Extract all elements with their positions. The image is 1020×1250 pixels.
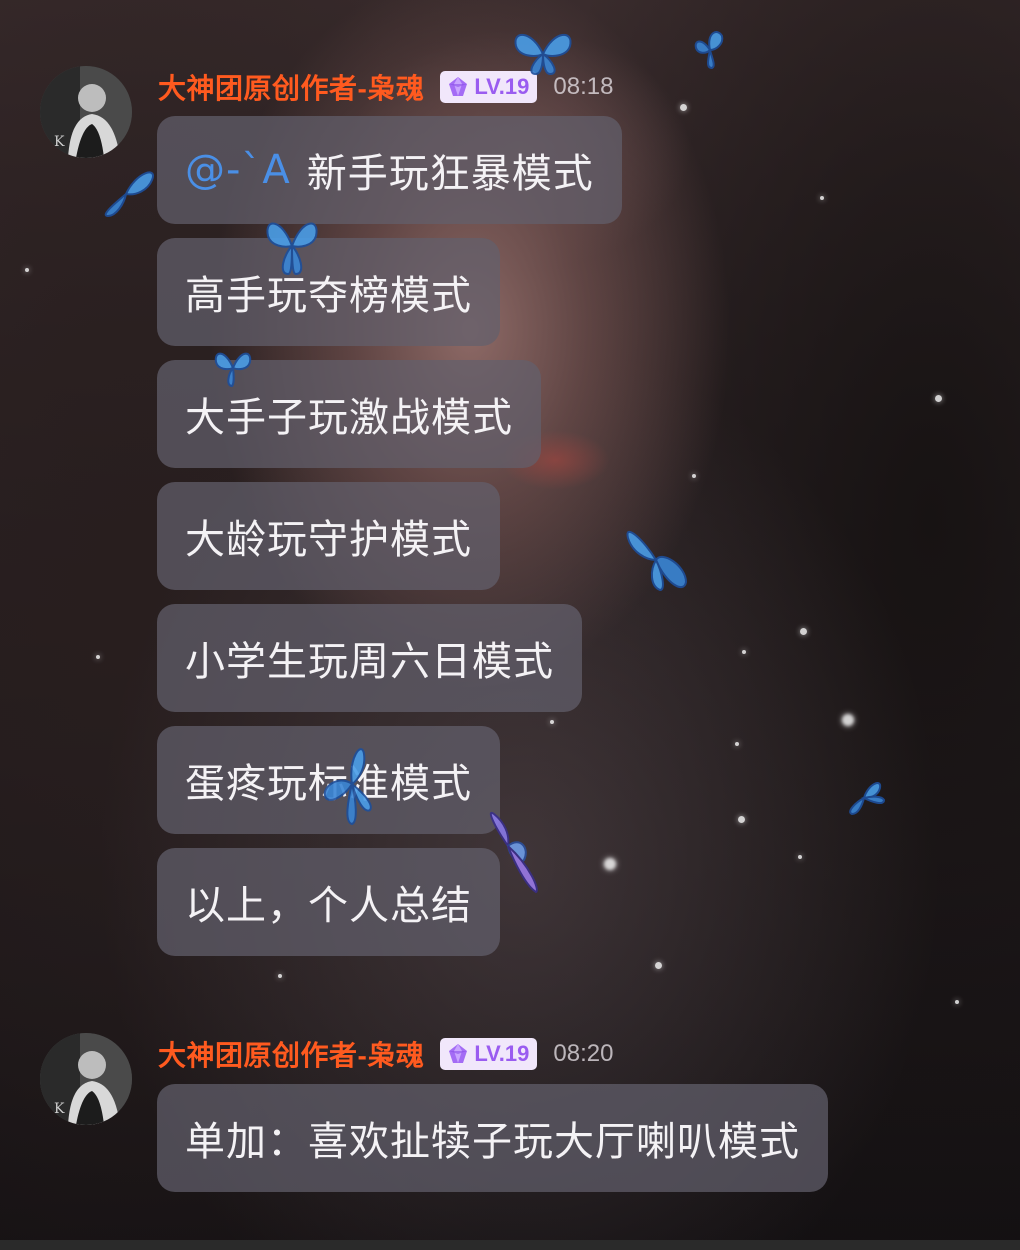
message-time: 08:20 [553, 1040, 614, 1067]
snow-particle [798, 855, 802, 859]
message-text: 新手玩狂暴模式 [306, 151, 594, 197]
message-text: 小学生玩周六日模式 [185, 639, 554, 685]
snow-particle [735, 742, 739, 746]
level-badge: LV.19 [440, 71, 538, 103]
snow-particle [955, 1000, 959, 1004]
username[interactable]: 大神团原创作者-枭魂 [158, 1034, 424, 1074]
level-text: LV.19 [474, 74, 530, 99]
message-text: 蛋疼玩标准模式 [185, 761, 472, 807]
snow-particle [550, 720, 554, 724]
message-text: 大龄玩守护模式 [185, 517, 472, 563]
message-time: 08:18 [553, 73, 614, 100]
snow-particle [25, 268, 29, 272]
message-bubble[interactable]: 小学生玩周六日模式 [157, 604, 582, 712]
username[interactable]: 大神团原创作者-枭魂 [158, 67, 424, 107]
level-text: LV.19 [474, 1041, 530, 1066]
message-text: 高手玩夺榜模式 [185, 273, 472, 319]
message-bubble[interactable]: @-`A 新手玩狂暴模式 [157, 116, 622, 224]
level-badge: LV.19 [440, 1038, 538, 1070]
mention-link[interactable]: @-`A [185, 147, 291, 193]
message-text: 单加：喜欢扯犊子玩大厅喇叭模式 [185, 1119, 800, 1165]
snow-particle [604, 858, 616, 870]
snow-particle [96, 655, 100, 659]
snow-particle [738, 816, 745, 823]
snow-particle [800, 628, 807, 635]
bottom-edge-bar [0, 1240, 1020, 1250]
snow-particle [935, 395, 942, 402]
message-header: 大神团原创作者-枭魂 LV.19 08:18 [158, 67, 613, 107]
snow-particle [278, 974, 282, 978]
avatar[interactable]: K [40, 66, 132, 158]
message-header: 大神团原创作者-枭魂 LV.19 08:20 [158, 1034, 613, 1074]
message-bubble[interactable]: 单加：喜欢扯犊子玩大厅喇叭模式 [157, 1084, 828, 1192]
snow-particle [692, 474, 696, 478]
message-text: 大手子玩激战模式 [185, 395, 513, 441]
avatar[interactable]: K [40, 1033, 132, 1125]
snow-particle [742, 650, 746, 654]
snow-particle [655, 962, 662, 969]
snow-particle [680, 104, 687, 111]
message-bubble[interactable]: 大手子玩激战模式 [157, 360, 541, 468]
message-bubble[interactable]: 大龄玩守护模式 [157, 482, 500, 590]
message-bubble[interactable]: 高手玩夺榜模式 [157, 238, 500, 346]
message-text: 以上，个人总结 [185, 883, 472, 929]
purple-gem-icon [449, 77, 468, 96]
purple-gem-icon [449, 1044, 468, 1063]
message-bubble[interactable]: 以上，个人总结 [157, 848, 500, 956]
snow-particle [842, 714, 854, 726]
snow-particle [820, 196, 824, 200]
message-bubble[interactable]: 蛋疼玩标准模式 [157, 726, 500, 834]
